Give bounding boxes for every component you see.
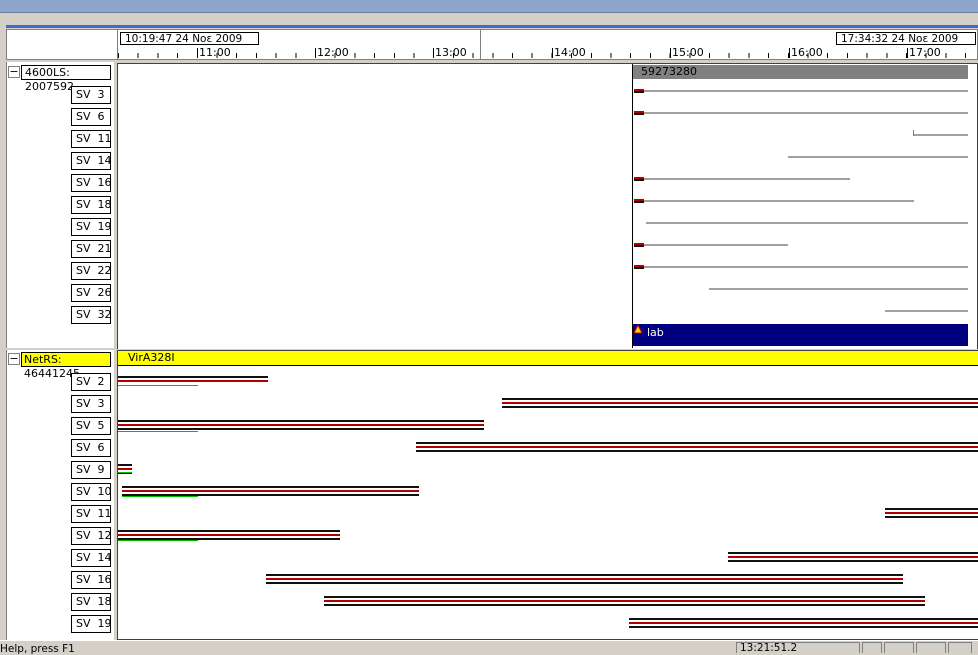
sv-button-g1[interactable]: SV 16: [71, 174, 112, 192]
track: [118, 530, 340, 540]
sv-button-g2[interactable]: SV 3: [71, 395, 111, 413]
status-pane: [862, 642, 882, 653]
session-header: 59273280: [633, 65, 968, 79]
track: [118, 385, 198, 386]
track: [914, 134, 968, 136]
end-time-label: 17:34:32 24 Νοε 2009: [836, 32, 976, 45]
track: [629, 618, 978, 628]
track: [266, 574, 903, 584]
track: [646, 222, 968, 224]
sv-button-g2[interactable]: SV 6: [71, 439, 111, 457]
track: [324, 596, 925, 606]
track: [634, 243, 644, 247]
session-boundary: [632, 64, 633, 348]
track: [644, 178, 850, 180]
minor-ticks: [118, 53, 978, 58]
sv-button-g2[interactable]: SV 5: [71, 417, 111, 435]
sv-button-g1[interactable]: SV 32: [71, 306, 112, 324]
event-bar[interactable]: [633, 324, 968, 346]
track: [644, 244, 788, 246]
sv-button-g1[interactable]: SV 19: [71, 218, 112, 236]
group1-timeline-panel[interactable]: [117, 63, 978, 350]
event-label: lab: [647, 326, 664, 339]
sv-button-g2[interactable]: SV 16: [71, 571, 112, 589]
track: [416, 442, 978, 452]
sv-button-g2[interactable]: SV 10: [71, 483, 112, 501]
track: [118, 540, 198, 541]
track: [634, 89, 644, 93]
sv-button-g2[interactable]: SV 9: [71, 461, 111, 479]
track: [634, 177, 644, 181]
track: [118, 420, 484, 430]
track: [709, 288, 968, 290]
track: [728, 552, 978, 562]
group1-title: 4600LS: 2007592: [21, 65, 111, 93]
status-datetime: 13:21:51.2 2009/11/24: [736, 642, 860, 653]
sv-button-g1[interactable]: SV 21: [71, 240, 112, 258]
track: [122, 496, 198, 497]
track: [502, 398, 978, 408]
track: [122, 486, 419, 496]
track: [644, 200, 914, 202]
sv-button-g2[interactable]: SV 18: [71, 593, 112, 611]
track: [885, 310, 968, 312]
sv-button-g1[interactable]: SV 3: [71, 86, 111, 104]
group1-collapse-button[interactable]: −: [8, 66, 20, 78]
toolbar-area: [0, 13, 978, 25]
window-title-bar: [0, 0, 978, 13]
group2-collapse-button[interactable]: −: [8, 353, 20, 365]
warning-triangle-icon: [633, 324, 643, 334]
track: [644, 112, 968, 114]
track: [644, 266, 968, 268]
status-pane: [884, 642, 914, 653]
status-pane: [916, 642, 946, 653]
track: [118, 376, 268, 382]
accent-divider: [6, 25, 978, 28]
track: [634, 199, 644, 203]
track: [634, 111, 644, 115]
sv-button-g1[interactable]: SV 26: [71, 284, 112, 302]
sv-button-g1[interactable]: SV 14: [71, 152, 112, 170]
sv-button-g2[interactable]: SV 2: [71, 373, 111, 391]
status-help-text: Help, press F1: [0, 643, 75, 655]
track: [788, 156, 968, 158]
status-pane: [948, 642, 972, 653]
sv-button-g2[interactable]: SV 11: [71, 505, 112, 523]
track: [885, 508, 978, 518]
sv-button-g2[interactable]: SV 19: [71, 615, 112, 633]
sv-button-g1[interactable]: SV 18: [71, 196, 112, 214]
track: [634, 265, 644, 269]
sv-button-g2[interactable]: SV 14: [71, 549, 112, 567]
session-banner: VirA328I: [118, 351, 978, 366]
sv-button-g1[interactable]: SV 6: [71, 108, 111, 126]
track: [644, 90, 968, 92]
sv-button-g2[interactable]: SV 12: [71, 527, 112, 545]
track: [118, 431, 198, 432]
sv-button-g1[interactable]: SV 11: [71, 130, 112, 148]
track: [118, 472, 132, 473]
start-time-label: 10:19:47 24 Νοε 2009: [120, 32, 259, 45]
sv-button-g1[interactable]: SV 22: [71, 262, 112, 280]
group2-title: NetRS: 46441245: [21, 352, 111, 380]
